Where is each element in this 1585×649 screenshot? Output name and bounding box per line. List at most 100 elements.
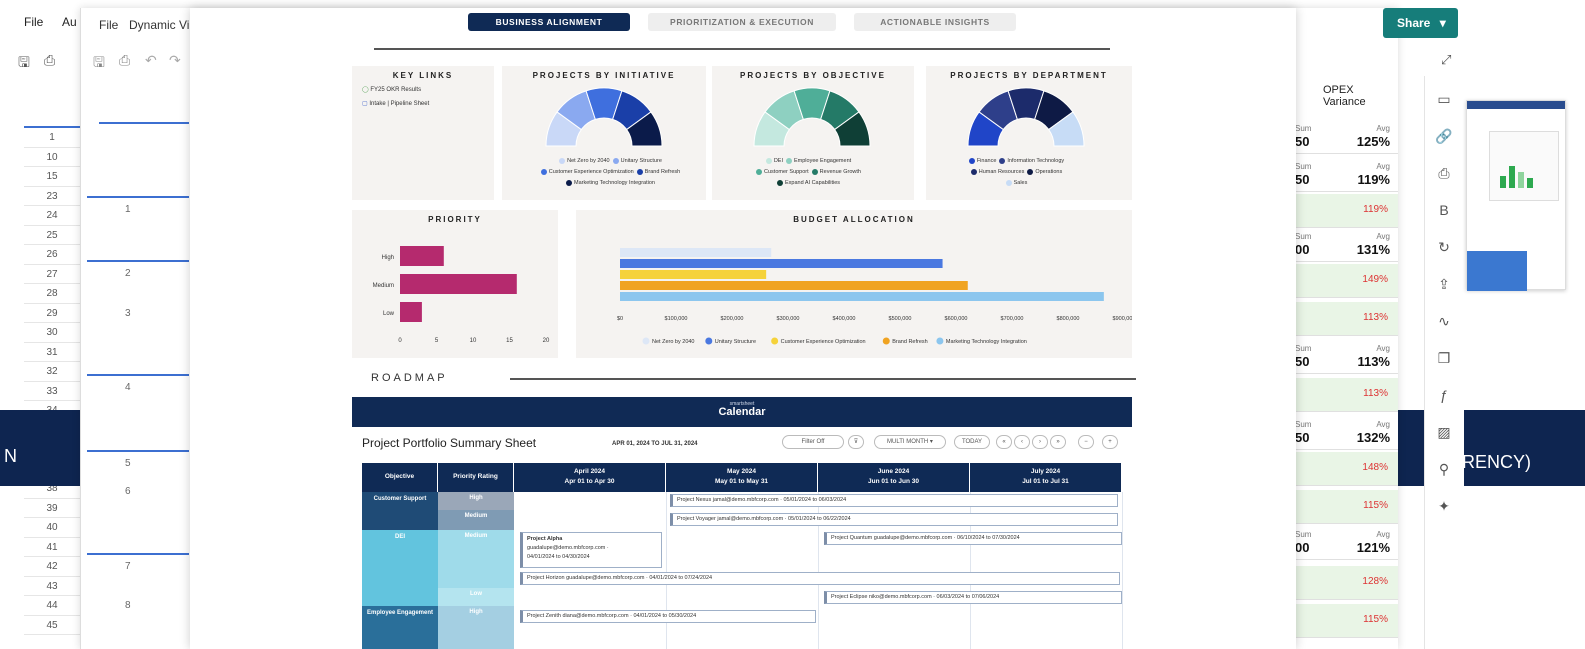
row-number[interactable]: 31 <box>24 343 80 362</box>
opex-cell[interactable]: Sum Avg 00 121% <box>1295 526 1398 560</box>
row-number[interactable]: 24 <box>24 206 80 226</box>
row-number[interactable]: 40 <box>24 518 80 538</box>
row-number[interactable]: 10 <box>24 148 80 167</box>
row-number[interactable]: 43 <box>24 577 80 596</box>
calendar-column-header: July 2024 Jul 01 to Jul 31 <box>970 463 1122 492</box>
opex-cell[interactable]: 113% <box>1295 302 1398 336</box>
opex-cell[interactable]: Sum Avg 50 119% <box>1295 158 1398 192</box>
row-number[interactable]: 45 <box>24 616 80 635</box>
row-number[interactable]: 33 <box>24 382 80 401</box>
row-number[interactable]: 42 <box>24 557 80 577</box>
print-icon[interactable]: ⎙ <box>44 52 55 69</box>
opex-cell[interactable]: 113% <box>1295 378 1398 412</box>
row-number[interactable]: 30 <box>24 323 80 343</box>
legend-item: Marketing Technology Integration <box>946 339 1027 345</box>
opex-cell[interactable]: Sum Avg 50 132% <box>1295 416 1398 450</box>
bold-icon[interactable]: B <box>1435 201 1453 219</box>
calendar-event[interactable]: Project Voyager jamal@demo.mbfcorp.com ·… <box>670 513 1118 526</box>
opex-cell[interactable]: 149% <box>1295 264 1398 298</box>
opex-cell[interactable]: 115% <box>1295 490 1398 524</box>
filter-button[interactable]: Filter Off <box>782 435 844 449</box>
opex-cell[interactable]: Sum Avg 00 131% <box>1295 228 1398 262</box>
activity-icon[interactable]: ∿ <box>1435 312 1453 330</box>
link-okr-results[interactable]: ◯ FY25 OKR Results <box>362 86 421 93</box>
zoom-in-icon[interactable]: + <box>1102 435 1118 449</box>
image-icon[interactable]: ▨ <box>1435 423 1453 441</box>
row-number[interactable]: 25 <box>24 226 80 245</box>
menu-dynamic-view[interactable]: Dynamic Vie <box>129 18 196 32</box>
opex-cell[interactable]: Sum Avg 50 113% <box>1295 340 1398 374</box>
today-button[interactable]: TODAY <box>954 435 990 449</box>
opex-cell[interactable]: 148% <box>1295 452 1398 486</box>
row-number[interactable]: 23 <box>24 187 80 206</box>
row-number[interactable]: 15 <box>24 167 80 187</box>
menu-file[interactable]: File <box>24 15 43 29</box>
calendar-event[interactable]: Project Nexus jamal@demo.mbfcorp.com · 0… <box>670 494 1118 507</box>
tab-business-alignment[interactable]: BUSINESS ALIGNMENT <box>468 13 630 31</box>
row-number[interactable]: 1 <box>24 128 80 148</box>
expand-icon[interactable]: ⤢ <box>1441 52 1451 68</box>
prev-icon[interactable]: ‹ <box>1014 435 1030 449</box>
opex-cell[interactable]: Sum Avg 50 125% <box>1295 120 1398 154</box>
row-number[interactable]: 29 <box>24 304 80 323</box>
print-icon[interactable]: ⎙ <box>119 52 130 69</box>
print-icon[interactable]: ⎙ <box>1435 164 1453 182</box>
row-number[interactable]: 26 <box>24 245 80 265</box>
sparkle-icon[interactable]: ✦ <box>1435 497 1453 515</box>
opex-cell[interactable]: 119% <box>1295 194 1398 228</box>
menu-file[interactable]: File <box>99 18 118 32</box>
legend-item: Customer Experience Optimization <box>538 168 634 175</box>
upload-icon[interactable]: ⇪ <box>1435 275 1453 293</box>
opex-cell[interactable]: 128% <box>1295 566 1398 600</box>
calendar-header: smartsheet Calendar <box>352 397 1132 427</box>
menu-automation[interactable]: Au <box>62 15 77 29</box>
link-intake-pipeline[interactable]: ▢ Intake | Pipeline Sheet <box>362 100 429 107</box>
row-number[interactable]: 41 <box>24 538 80 557</box>
variance-value: 113% <box>1363 312 1388 323</box>
tab-underline <box>374 48 1110 50</box>
calendar-event[interactable]: Project Eclipse niko@demo.mbfcorp.com · … <box>824 591 1122 604</box>
priority-cell: Low <box>438 588 514 606</box>
calendar-event[interactable]: Project Quantum guadalupe@demo.mbfcorp.c… <box>824 532 1122 545</box>
filter-dropdown-icon[interactable]: ⊽ <box>848 435 864 449</box>
thumbnail-preview[interactable] <box>1466 100 1566 291</box>
row-number[interactable]: 28 <box>24 284 80 304</box>
save-icon[interactable]: 🖫 <box>93 52 105 76</box>
comment-icon[interactable]: ▭ <box>1435 90 1453 108</box>
function-icon[interactable]: ƒ <box>1435 386 1453 404</box>
undo-icon[interactable]: ↶ <box>145 52 157 69</box>
link-icon[interactable]: 🔗 <box>1435 127 1453 145</box>
tab-prioritization-execution[interactable]: PRIORITIZATION & EXECUTION <box>648 13 836 31</box>
sheet-icon: ▢ <box>362 101 368 107</box>
save-icon[interactable]: 🖫 <box>18 52 30 76</box>
row-number[interactable]: 39 <box>24 499 80 518</box>
last-page-icon[interactable]: » <box>1050 435 1066 449</box>
calendar-event[interactable]: Project Alpha guadalupe@demo.mbfcorp.com … <box>520 532 662 568</box>
avg-value: 113% <box>1357 354 1390 369</box>
calendar-event[interactable]: Project Zenith diana@demo.mbfcorp.com · … <box>520 610 816 623</box>
key-links-title: KEY LINKS <box>392 71 454 80</box>
copy-icon[interactable]: ❐ <box>1435 349 1453 367</box>
next-icon[interactable]: › <box>1032 435 1048 449</box>
first-page-icon[interactable]: « <box>996 435 1012 449</box>
automation-icon[interactable]: ⚲ <box>1435 460 1453 478</box>
redo-icon[interactable]: ↷ <box>169 52 181 69</box>
opex-cell[interactable]: 115% <box>1295 604 1398 638</box>
row-number[interactable]: 44 <box>24 596 80 616</box>
row-number[interactable]: 27 <box>24 265 80 284</box>
zoom-out-icon[interactable]: − <box>1078 435 1094 449</box>
legend-dot <box>882 337 890 345</box>
priority-title: PRIORITY <box>428 215 482 224</box>
budget-bar <box>620 292 1104 301</box>
share-button[interactable]: Share ▾ <box>1383 8 1458 38</box>
tick-label: $500,000 <box>889 316 912 322</box>
row-number[interactable]: 32 <box>24 362 80 382</box>
history-icon[interactable]: ↻ <box>1435 238 1453 256</box>
avg-value: 125% <box>1356 134 1390 149</box>
legend-item: Customer Experience Optimization <box>781 339 866 345</box>
tab-actionable-insights[interactable]: ACTIONABLE INSIGHTS <box>854 13 1016 31</box>
calendar-event[interactable]: Project Horizon guadalupe@demo.mbfcorp.c… <box>520 572 1120 585</box>
initiative-donut-chart <box>545 87 663 147</box>
row-label: 7 <box>125 561 131 572</box>
view-select[interactable]: MULTI MONTH ▾ <box>874 435 946 449</box>
